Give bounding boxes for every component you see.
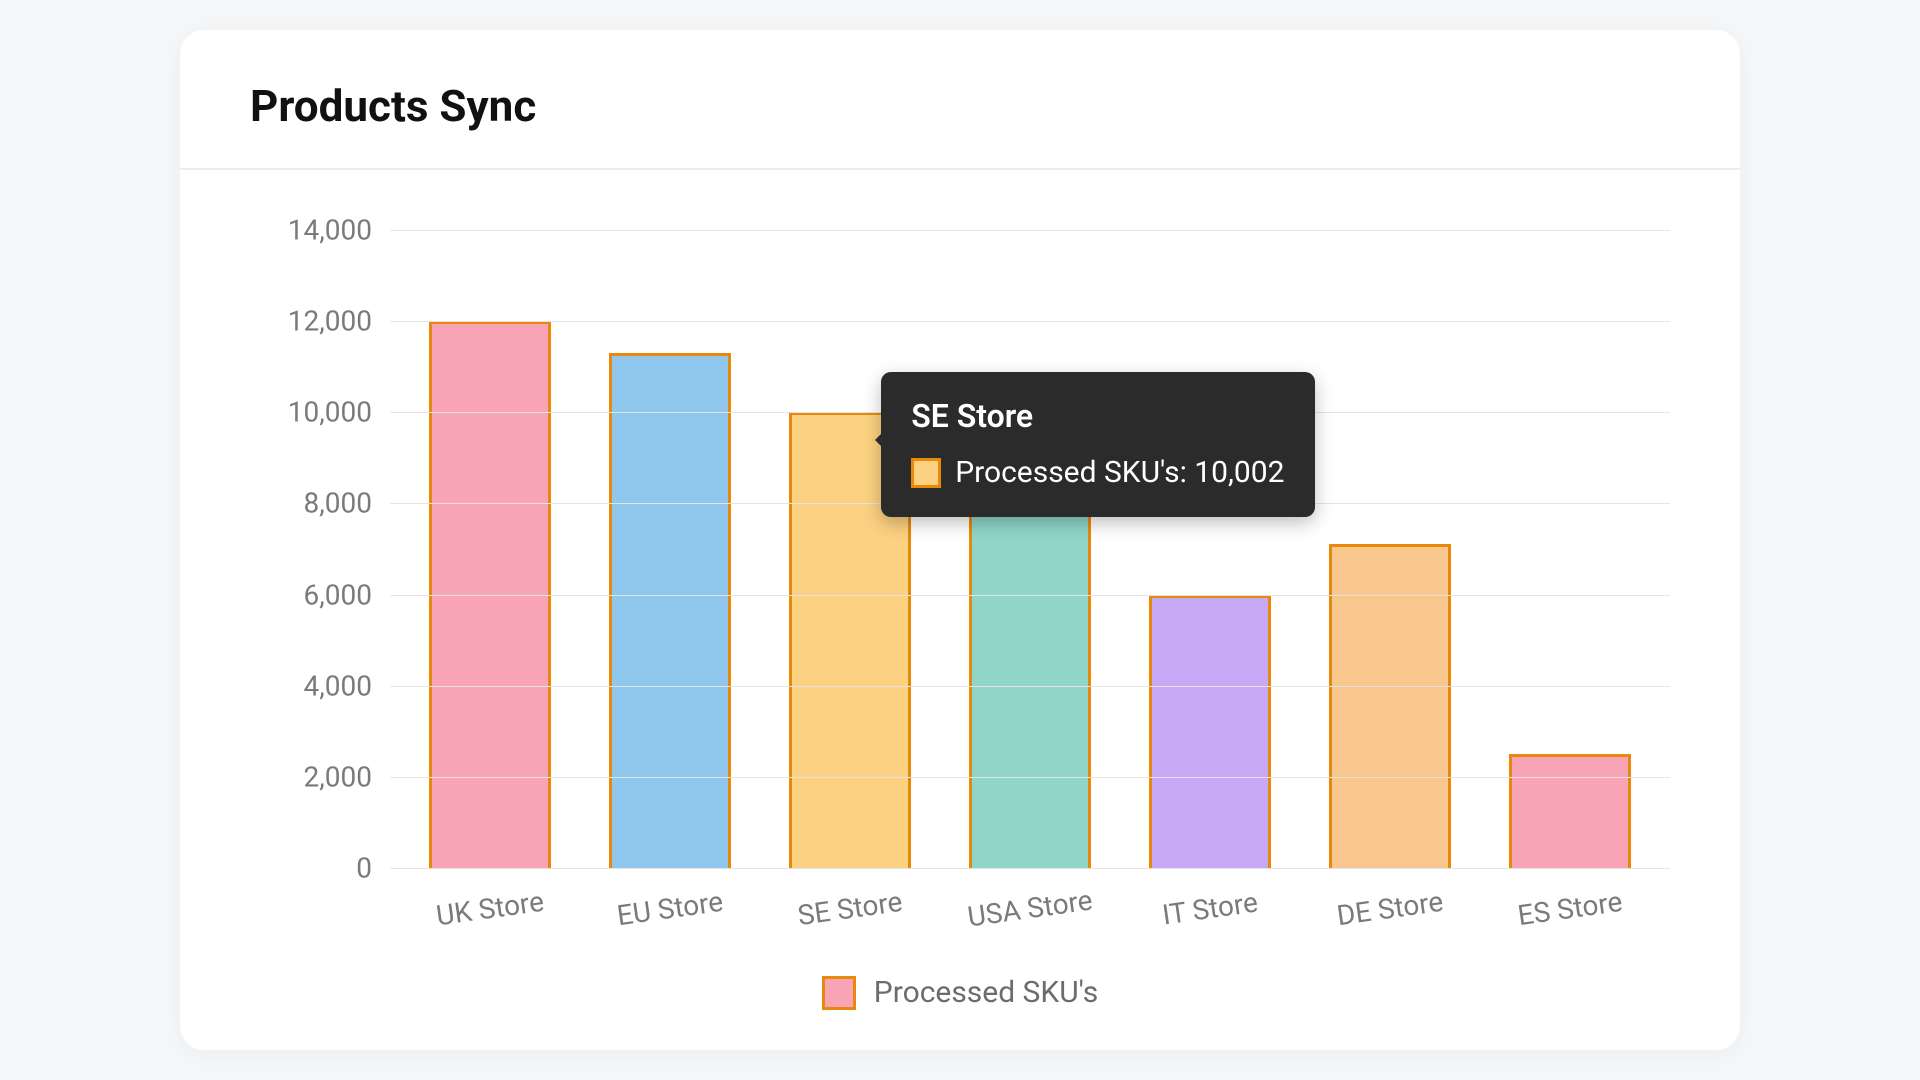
bar[interactable] (1329, 544, 1451, 868)
tooltip-swatch-icon (911, 458, 941, 488)
bar[interactable] (609, 353, 731, 868)
plot-area: 02,0004,0006,0008,00010,00012,00014,000 … (250, 230, 1670, 868)
y-axis: 02,0004,0006,0008,00010,00012,00014,000 (250, 230, 390, 868)
y-axis-tick: 4,000 (252, 669, 372, 702)
grid-line (390, 868, 1670, 869)
x-axis-label: USA Store (939, 880, 1122, 938)
x-axis-label: SE Store (759, 880, 942, 938)
x-axis-label: IT Store (1119, 880, 1302, 938)
grid-line (390, 686, 1670, 687)
grid-line (390, 777, 1670, 778)
x-axis-labels: UK StoreEU StoreSE StoreUSA StoreIT Stor… (390, 892, 1670, 925)
legend-swatch-icon (822, 976, 856, 1010)
chart-tooltip: SE Store Processed SKU's: 10,002 (881, 372, 1314, 517)
bars-row (390, 230, 1670, 868)
chart-title: Products Sync (250, 80, 1670, 132)
legend-label: Processed SKU's (874, 975, 1098, 1010)
chart-area: 02,0004,0006,0008,00010,00012,00014,000 … (180, 170, 1740, 1050)
plot-grid: SE Store Processed SKU's: 10,002 (390, 230, 1670, 868)
tooltip-value-text: Processed SKU's: 10,002 (955, 450, 1284, 495)
products-sync-card: Products Sync 0 2,000 4,000 6,000 8,000 10,00… (180, 30, 1740, 1050)
grid-line (390, 321, 1670, 322)
bar[interactable] (1149, 595, 1271, 868)
grid-line (390, 230, 1670, 231)
card-header: Products Sync (180, 30, 1740, 170)
bar-slot (1120, 230, 1300, 868)
bar-slot (580, 230, 760, 868)
y-axis-tick: 8,000 (252, 487, 372, 520)
grid-line (390, 595, 1670, 596)
bar-slot (1300, 230, 1480, 868)
bar-slot (760, 230, 940, 868)
bar-slot (1480, 230, 1660, 868)
y-axis-tick: 2,000 (252, 760, 372, 793)
x-axis-label: UK Store (399, 880, 582, 938)
y-axis-tick: 12,000 (252, 305, 372, 338)
y-axis-tick: 14,000 (252, 214, 372, 247)
tooltip-title: SE Store (911, 392, 1284, 440)
bar-slot (940, 230, 1120, 868)
y-axis-tick: 6,000 (252, 578, 372, 611)
x-axis-label: DE Store (1299, 880, 1482, 938)
x-axis-label: ES Store (1479, 880, 1662, 938)
x-axis-label: EU Store (579, 880, 762, 938)
y-axis-tick: 0 (252, 852, 372, 885)
tooltip-row: Processed SKU's: 10,002 (911, 450, 1284, 495)
y-axis-tick: 10,000 (252, 396, 372, 429)
bar-slot (400, 230, 580, 868)
bar[interactable] (1509, 754, 1631, 868)
chart-legend[interactable]: Processed SKU's (250, 975, 1670, 1010)
